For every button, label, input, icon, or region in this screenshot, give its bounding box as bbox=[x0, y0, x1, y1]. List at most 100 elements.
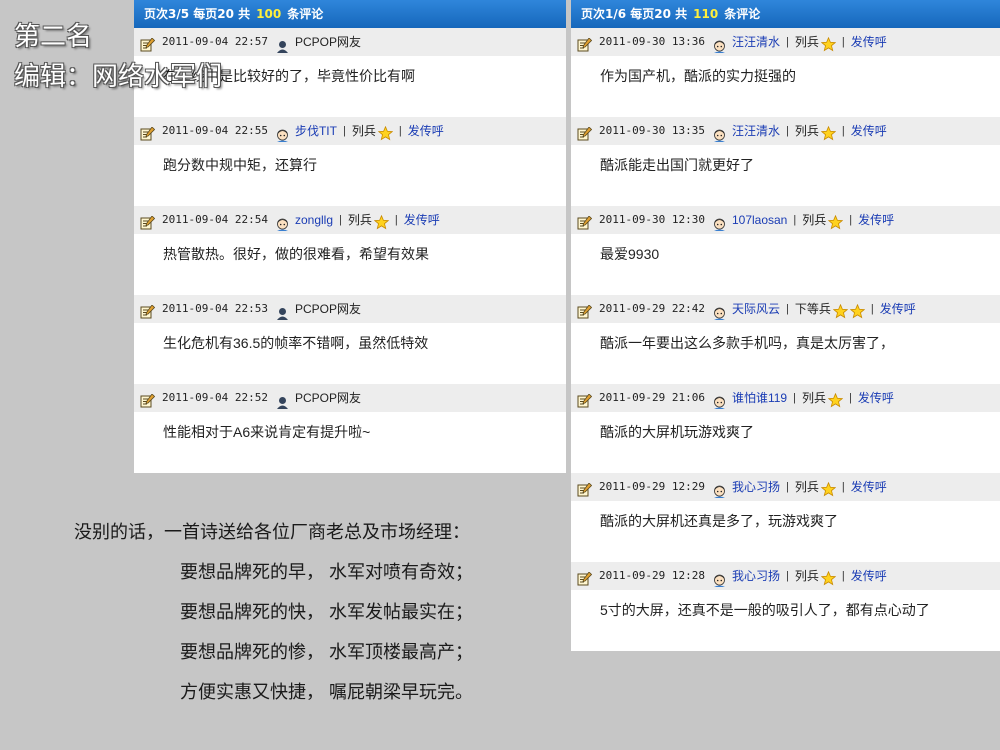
user-rank: 列兵 bbox=[794, 569, 819, 583]
star-icon bbox=[832, 302, 849, 318]
send-message-link[interactable]: 发传呼 bbox=[408, 117, 444, 145]
send-message-link[interactable]: 发传呼 bbox=[858, 206, 894, 234]
comment-meta: 2011-09-04 22:55 步伐TIT | 列兵 | 发传呼 bbox=[134, 117, 566, 145]
star-icon bbox=[849, 302, 866, 318]
send-message-link[interactable]: 发传呼 bbox=[851, 562, 887, 590]
edit-note-icon bbox=[140, 391, 156, 408]
send-message-link[interactable]: 发传呼 bbox=[851, 473, 887, 501]
comment-text: 5寸的大屏，还真不是一般的吸引人了，都有点心动了 bbox=[600, 602, 930, 618]
comment-meta: 2011-09-29 12:29 我心习扬 | 列兵 | 发传呼 bbox=[571, 473, 1000, 501]
username-link[interactable]: zongllg bbox=[295, 206, 333, 234]
edit-note-icon bbox=[140, 124, 156, 141]
separator: | bbox=[785, 570, 789, 582]
comment-list: 2011-09-04 22:57 PCPOP网友 在二线中是比较好的了，毕竟性价比有… bbox=[134, 28, 566, 473]
separator: | bbox=[339, 214, 342, 226]
send-message-link[interactable]: 发传呼 bbox=[858, 384, 894, 412]
separator: | bbox=[785, 303, 789, 315]
username-link[interactable]: 107laosan bbox=[732, 206, 787, 234]
comment-item: 2011-09-04 22:55 步伐TIT | 列兵 | 发传呼 跑分数中规中矩，还算行 bbox=[134, 117, 566, 206]
comment-text: 生化危机有36.5的帧率不错啊，虽然低特效 bbox=[163, 335, 429, 351]
edit-note-icon bbox=[577, 302, 593, 319]
comment-item: 2011-09-04 22:52 PCPOP网友 性能相对于A6来说肯定有提升啦~ bbox=[134, 384, 566, 473]
separator: | bbox=[342, 125, 346, 137]
separator: | bbox=[870, 303, 874, 315]
pager-bar: 页次1/6 每页20 共 110 条评论 bbox=[571, 0, 1000, 28]
poem-line: 要想品牌死的快， 水军发帖最实在； bbox=[180, 602, 473, 622]
comment-meta: 2011-09-04 22:53 PCPOP网友 bbox=[134, 295, 566, 323]
member-avatar-icon bbox=[713, 392, 726, 409]
send-message-link[interactable]: 发传呼 bbox=[404, 206, 440, 234]
separator: | bbox=[841, 570, 845, 582]
pager-text: 页次3/5 每页20 共 bbox=[144, 7, 251, 21]
comment-item: 2011-09-30 13:35 汪汪清水 | 列兵 | 发传呼 酷派能走出国门就更好了 bbox=[571, 117, 1000, 206]
separator: | bbox=[785, 125, 789, 137]
comment-item: 2011-09-29 12:28 我心习扬 | 列兵 | 发传呼 5寸的大屏，还真不是一般的… bbox=[571, 562, 1000, 651]
edit-note-icon bbox=[140, 35, 156, 52]
comment-text: 性能相对于A6来说肯定有提升啦~ bbox=[163, 424, 371, 440]
user-rank: 列兵 bbox=[801, 391, 826, 405]
separator: | bbox=[394, 214, 398, 226]
comment-item: 2011-09-29 12:29 我心习扬 | 列兵 | 发传呼 酷派的大屏机还真是多了，玩… bbox=[571, 473, 1000, 562]
separator: | bbox=[841, 481, 845, 493]
send-message-link[interactable]: 发传呼 bbox=[851, 117, 887, 145]
star-icon bbox=[827, 391, 844, 407]
username-link[interactable]: 我心习扬 bbox=[732, 473, 780, 501]
comment-item: 2011-09-29 21:06 谁怕谁119 | 列兵 | 发传呼 酷派的大屏机玩游戏爽了 bbox=[571, 384, 1000, 473]
comment-item: 2011-09-30 12:30 107laosan | 列兵 | 发传呼 最爱9930 bbox=[571, 206, 1000, 295]
comment-timestamp: 2011-09-30 12:30 bbox=[599, 213, 705, 226]
comment-meta: 2011-09-29 22:42 天际风云 | 下等兵 | 发传呼 bbox=[571, 295, 1000, 323]
star-icon bbox=[820, 569, 837, 585]
separator: | bbox=[841, 125, 845, 137]
rank-heading: 第二名 bbox=[14, 22, 93, 52]
comment-meta: 2011-09-30 12:30 107laosan | 列兵 | 发传呼 bbox=[571, 206, 1000, 234]
member-avatar-icon bbox=[713, 214, 726, 231]
comment-timestamp: 2011-09-04 22:54 bbox=[162, 213, 268, 226]
user-rank: 列兵 bbox=[794, 124, 819, 138]
comment-text: 最爱9930 bbox=[600, 246, 660, 262]
username-link[interactable]: 汪汪清水 bbox=[732, 117, 780, 145]
send-message-link[interactable]: 发传呼 bbox=[880, 295, 916, 323]
member-avatar-icon bbox=[713, 36, 726, 53]
member-avatar-icon bbox=[713, 303, 726, 320]
comment-text: 酷派的大屏机还真是多了，玩游戏爽了 bbox=[600, 513, 838, 529]
comment-text: 作为国产机，酷派的实力挺强的 bbox=[600, 68, 796, 84]
star-icon bbox=[828, 213, 844, 229]
comment-count: 110 bbox=[693, 7, 719, 21]
guest-avatar-icon bbox=[276, 303, 289, 320]
poem-line: 方便实惠又快捷， 嘱屁朝梁早玩完。 bbox=[180, 682, 473, 702]
separator: | bbox=[841, 36, 845, 48]
user-rank: 列兵 bbox=[347, 213, 372, 227]
pager-text: 页次1/6 每页20 共 bbox=[581, 7, 688, 21]
comment-timestamp: 2011-09-29 22:42 bbox=[599, 302, 705, 315]
username-link[interactable]: 步伐TIT bbox=[295, 117, 337, 145]
edit-note-icon bbox=[577, 569, 593, 586]
pager-bar: 页次3/5 每页20 共 100 条评论 bbox=[134, 0, 566, 28]
username-link[interactable]: 谁怕谁119 bbox=[732, 384, 787, 412]
comment-item: 2011-09-04 22:54 zongllg | 列兵 | 发传呼热管散热。很好，做的… bbox=[134, 206, 566, 295]
star-icon bbox=[820, 35, 837, 51]
member-avatar-icon bbox=[713, 570, 726, 587]
username-link[interactable]: 汪汪清水 bbox=[732, 28, 780, 56]
comment-timestamp: 2011-09-29 21:06 bbox=[599, 391, 705, 404]
separator: | bbox=[398, 125, 402, 137]
separator: | bbox=[848, 392, 852, 404]
guest-avatar-icon bbox=[276, 392, 289, 409]
comment-meta: 2011-09-30 13:36 汪汪清水 | 列兵 | 发传呼 bbox=[571, 28, 1000, 56]
comment-timestamp: 2011-09-04 22:57 bbox=[162, 35, 268, 48]
star-icon bbox=[377, 124, 394, 140]
star-icon bbox=[820, 480, 837, 496]
comment-item: 2011-09-04 22:53 PCPOP网友生化危机有36.5的帧率不错啊，虽… bbox=[134, 295, 566, 384]
edit-note-icon bbox=[140, 302, 156, 319]
member-avatar-icon bbox=[713, 125, 726, 142]
user-rank: 列兵 bbox=[794, 480, 819, 494]
member-avatar-icon bbox=[713, 481, 726, 498]
member-avatar-icon bbox=[276, 125, 289, 142]
username-link: PCPOP网友 bbox=[294, 391, 361, 405]
comment-text: 热管散热。很好，做的很难看，希望有效果 bbox=[163, 246, 429, 262]
username-link[interactable]: 天际风云 bbox=[732, 295, 780, 323]
send-message-link[interactable]: 发传呼 bbox=[851, 28, 887, 56]
comment-timestamp: 2011-09-30 13:36 bbox=[599, 35, 705, 48]
comment-count: 100 bbox=[256, 7, 282, 21]
comment-meta: 2011-09-29 12:28 我心习扬 | 列兵 | 发传呼 bbox=[571, 562, 1000, 590]
username-link[interactable]: 我心习扬 bbox=[732, 562, 780, 590]
